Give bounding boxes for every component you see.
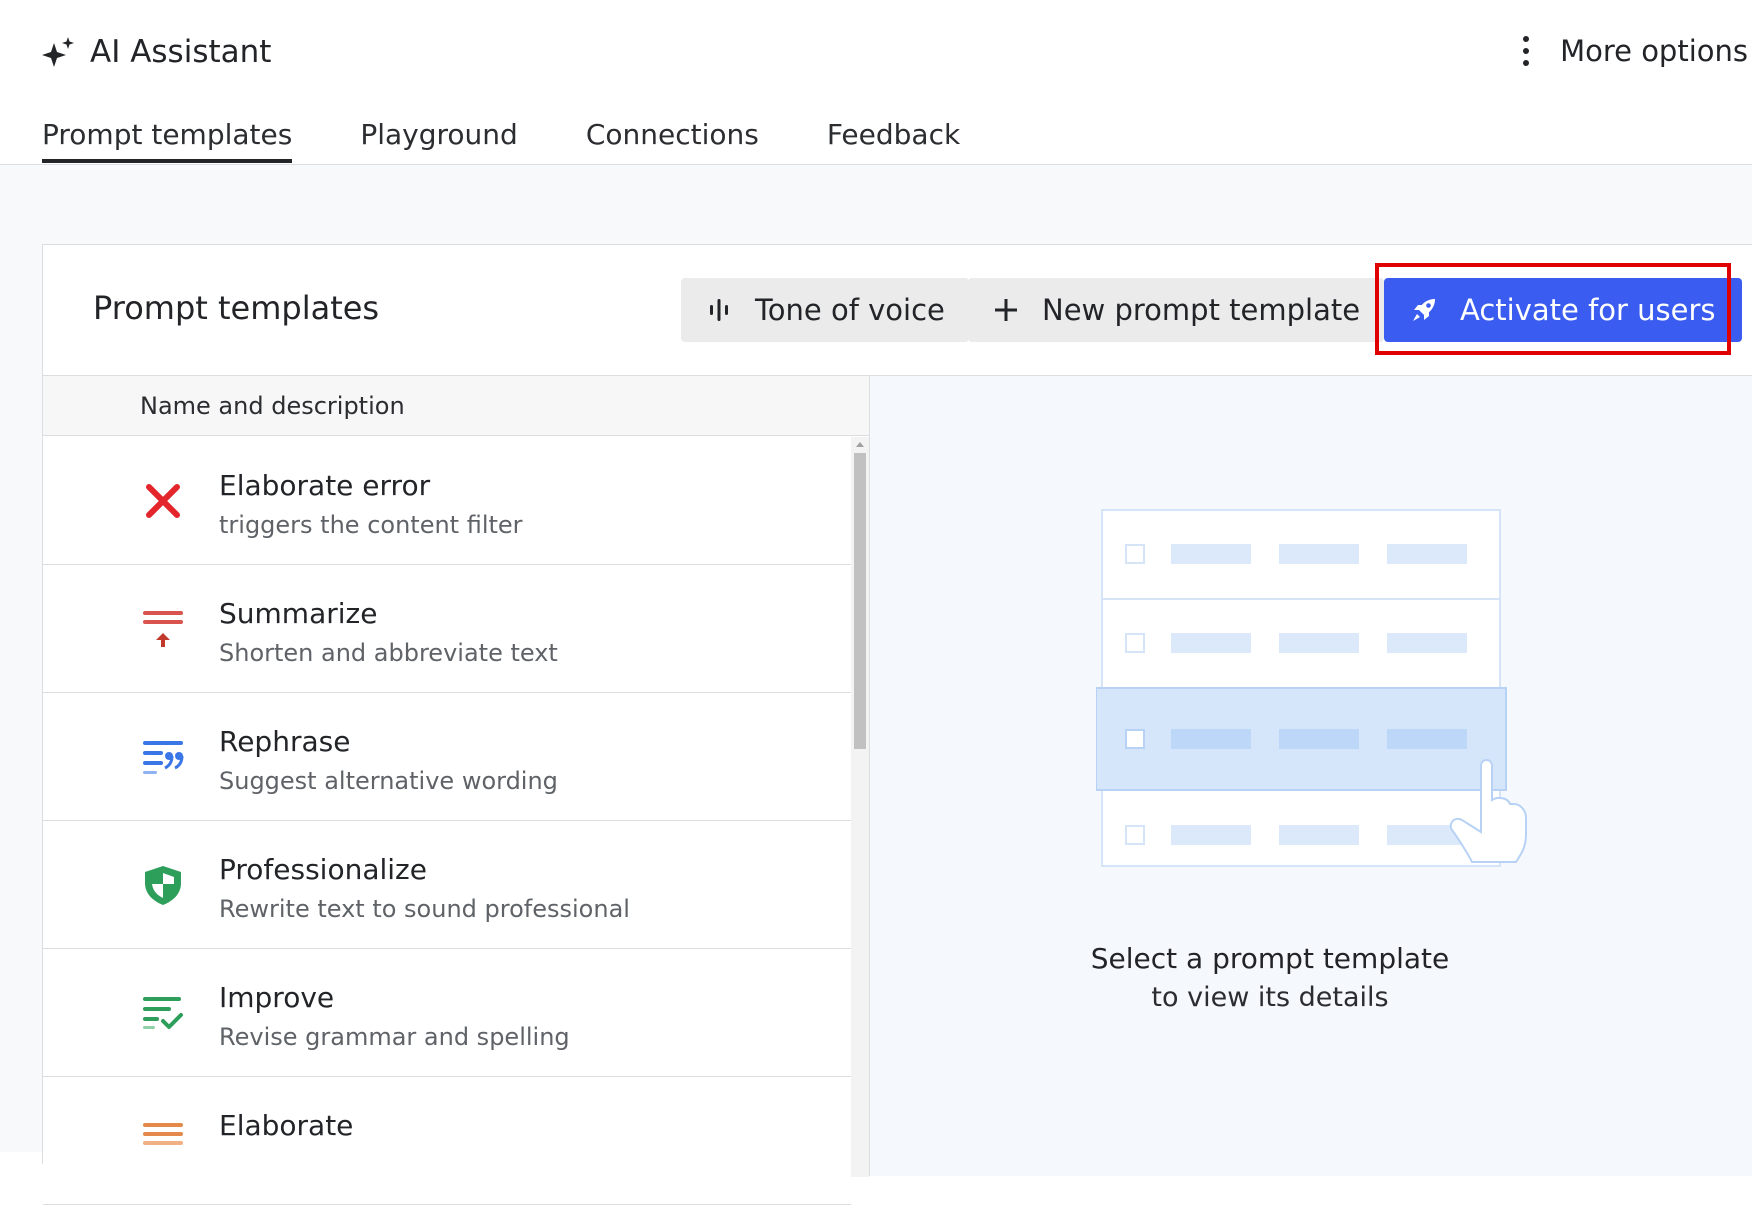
template-list: Elaborate error triggers the content fil… (43, 437, 851, 1205)
scrollbar-thumb[interactable] (854, 453, 866, 749)
error-x-icon (146, 484, 180, 518)
tone-bars-icon (710, 299, 728, 321)
panel-header: Prompt templates Tone of voice New promp… (43, 245, 1752, 376)
summarize-icon (143, 611, 183, 647)
list-item-name: Elaborate (219, 1109, 354, 1142)
tone-of-voice-button[interactable]: Tone of voice (681, 278, 969, 342)
empty-state-table-illustration (1096, 509, 1527, 867)
new-prompt-template-button[interactable]: New prompt template (968, 278, 1385, 342)
list-item[interactable]: Professionalize Rewrite text to sound pr… (43, 821, 851, 949)
tab-prompt-templates[interactable]: Prompt templates (42, 114, 293, 164)
tab-playground[interactable]: Playground (360, 114, 517, 164)
list-scrollbar[interactable] (851, 437, 869, 1177)
more-options-button[interactable]: More options (1518, 28, 1748, 74)
plus-icon (995, 299, 1017, 321)
activate-for-users-button[interactable]: Activate for users (1384, 278, 1742, 342)
shield-icon (145, 866, 181, 905)
list-item-description: Shorten and abbreviate text (219, 639, 558, 667)
list-item-description: Revise grammar and spelling (219, 1023, 570, 1051)
panel-title: Prompt templates (93, 289, 380, 327)
tab-bar: Prompt templates Playground Connections … (42, 114, 1028, 164)
empty-state-title: Select a prompt template (1090, 942, 1450, 975)
activate-for-users-label: Activate for users (1460, 293, 1716, 327)
scroll-up-arrow-icon[interactable] (856, 442, 864, 447)
elaborate-icon (143, 1123, 183, 1145)
sparkle-icon (42, 37, 74, 67)
list-item[interactable]: Summarize Shorten and abbreviate text (43, 565, 851, 693)
app-title-text: AI Assistant (90, 34, 272, 70)
list-item-description: Suggest alternative wording (219, 767, 558, 795)
prompt-templates-panel: Prompt templates Tone of voice New promp… (42, 244, 1752, 1205)
list-item[interactable]: Improve Revise grammar and spelling (43, 949, 851, 1077)
list-item[interactable]: Elaborate (43, 1077, 851, 1205)
list-item-name: Elaborate error (219, 469, 431, 502)
template-list-pane: Name and description Elaborate error tri… (43, 376, 870, 1205)
rocket-icon (1413, 299, 1435, 321)
rephrase-quote-icon (143, 741, 184, 774)
app-title: AI Assistant (42, 30, 271, 74)
empty-state-subtitle: to view its details (1151, 982, 1389, 1013)
kebab-menu-icon (1523, 36, 1530, 66)
more-options-label: More options (1560, 34, 1748, 68)
tab-connections[interactable]: Connections (586, 114, 759, 164)
list-item-name: Improve (219, 981, 335, 1014)
tone-of-voice-label: Tone of voice (755, 293, 945, 327)
list-item[interactable]: Elaborate error triggers the content fil… (43, 437, 851, 565)
list-item-name: Professionalize (219, 853, 427, 886)
tab-feedback[interactable]: Feedback (827, 114, 960, 164)
template-detail-pane: Select a prompt template to view its det… (870, 376, 1752, 1176)
list-item-description: Rewrite text to sound professional (219, 895, 630, 923)
improve-check-icon (143, 997, 183, 1029)
list-item[interactable]: Rephrase Suggest alternative wording (43, 693, 851, 821)
column-header-name-description: Name and description (43, 376, 869, 436)
app-header: AI Assistant More options Prompt templat… (0, 0, 1752, 165)
list-item-name: Summarize (219, 597, 378, 630)
list-item-name: Rephrase (219, 725, 351, 758)
list-item-description: triggers the content filter (219, 511, 523, 539)
new-prompt-template-label: New prompt template (1042, 293, 1361, 327)
